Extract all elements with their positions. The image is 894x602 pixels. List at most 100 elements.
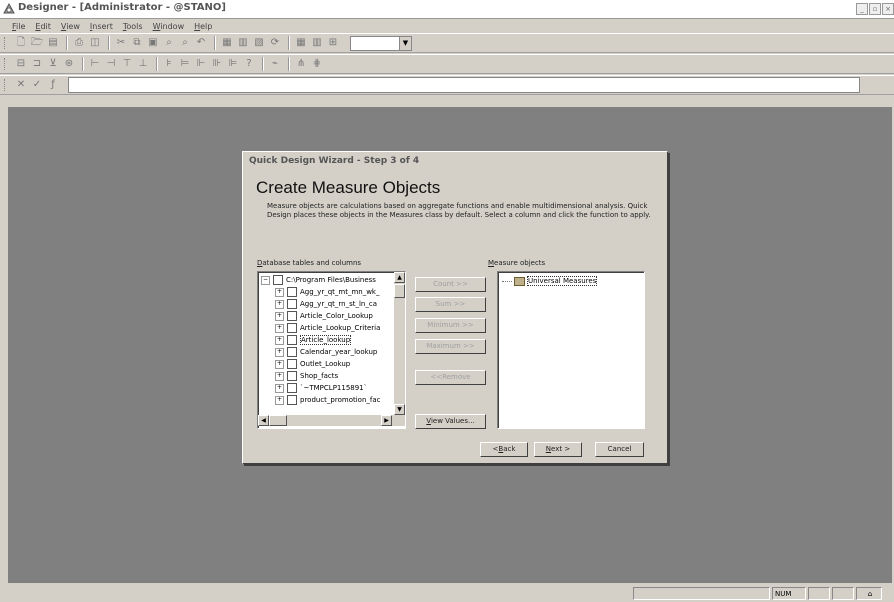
tree-item[interactable]: + `~TMPCLP115891` xyxy=(275,382,367,394)
view-values-button[interactable]: View Values... xyxy=(415,414,486,429)
menu-help[interactable]: Help xyxy=(194,22,212,31)
tree-vertical-scrollbar[interactable]: ▲ ▼ xyxy=(394,272,405,415)
open-icon[interactable]: 🗁 xyxy=(30,36,44,50)
tree-item[interactable]: + Article_Color_Lookup xyxy=(275,310,373,322)
menu-tools[interactable]: Tools xyxy=(123,22,143,31)
properties-icon[interactable]: ▦ xyxy=(220,36,234,50)
close-icon[interactable]: × xyxy=(882,3,894,15)
undo-icon[interactable]: ↶ xyxy=(194,36,208,50)
zoom-icon[interactable]: ⊞ xyxy=(326,36,340,50)
new-icon[interactable]: 🗋 xyxy=(14,36,28,50)
tree-item[interactable]: + Shop_facts xyxy=(275,370,338,382)
collapse-icon[interactable]: − xyxy=(261,275,270,285)
arrange-icon[interactable]: ⊫ xyxy=(226,57,240,71)
restore-icon[interactable]: ▫ xyxy=(869,3,881,15)
sum-button[interactable]: Sum >> xyxy=(415,297,486,312)
scroll-right-icon[interactable]: ▶ xyxy=(381,415,392,426)
tree-item[interactable]: + Outlet_Lookup xyxy=(275,358,350,370)
scroll-up-icon[interactable]: ▲ xyxy=(394,272,405,283)
copy-icon[interactable]: ⧉ xyxy=(130,36,144,50)
columns-icon[interactable]: ▥ xyxy=(310,36,324,50)
scroll-thumb[interactable] xyxy=(269,415,287,426)
menu-view[interactable]: View xyxy=(61,22,80,31)
print-preview-icon[interactable]: ◫ xyxy=(88,36,102,50)
minimize-icon[interactable]: _ xyxy=(856,3,868,15)
tree-item[interactable]: + Agg_yr_qt_mt_mn_wk_ xyxy=(275,286,379,298)
detect-cardinality-icon[interactable]: ⊣ xyxy=(104,57,118,71)
toolbar-grip[interactable] xyxy=(4,79,8,91)
count-button[interactable]: Count >> xyxy=(415,277,486,292)
find-next-icon[interactable]: ⌕ xyxy=(178,36,192,50)
function-icon[interactable]: ƒ xyxy=(46,78,60,92)
scroll-down-icon[interactable]: ▼ xyxy=(394,404,405,415)
expand-icon[interactable]: + xyxy=(275,371,284,381)
expand-icon[interactable]: + xyxy=(275,311,284,321)
zoom-combo[interactable]: ▼ xyxy=(350,35,412,51)
tree-item-label: Article_lookup xyxy=(300,335,352,345)
paste-icon[interactable]: ▣ xyxy=(146,36,160,50)
expand-icon[interactable]: + xyxy=(275,359,284,369)
print-icon[interactable]: ⎙ xyxy=(72,36,86,50)
dialog-description: Measure objects are calculations based o… xyxy=(267,202,651,219)
hierarchy-icon[interactable]: ⋔ xyxy=(294,57,308,71)
measure-objects-list[interactable]: Universal Measures xyxy=(497,271,645,429)
measures-root-label: Universal Measures xyxy=(527,276,598,286)
formula-input[interactable] xyxy=(68,77,860,93)
menu-window[interactable]: Window xyxy=(153,22,185,31)
tree-horizontal-scrollbar[interactable]: ◀ ▶ xyxy=(258,415,405,426)
expand-icon[interactable]: + xyxy=(275,323,284,333)
table-browser-icon[interactable]: ▥ xyxy=(236,36,250,50)
remove-button[interactable]: <<Remove xyxy=(415,370,486,385)
measures-root[interactable]: Universal Measures xyxy=(502,275,598,287)
menu-insert[interactable]: Insert xyxy=(90,22,113,31)
scroll-left-icon[interactable]: ◀ xyxy=(258,415,269,426)
derived-table-icon[interactable]: ⊩ xyxy=(194,57,208,71)
loops-icon[interactable]: ⊤ xyxy=(120,57,134,71)
cancel-formula-icon[interactable]: ✕ xyxy=(14,78,28,92)
filter-icon[interactable]: ⊻ xyxy=(46,57,60,71)
expand-icon[interactable]: + xyxy=(275,299,284,309)
contexts-icon[interactable]: ⊥ xyxy=(136,57,150,71)
tree-item-selected[interactable]: + Article_lookup xyxy=(275,334,352,346)
list-mode-icon[interactable]: ⊪ xyxy=(210,57,224,71)
chevron-down-icon[interactable]: ▼ xyxy=(399,36,411,50)
database-tables-tree[interactable]: − C:\Program Files\Business + Agg_yr_qt_mt… xyxy=(257,271,406,429)
help-icon[interactable]: ? xyxy=(242,57,256,71)
hierarchy-edit-icon[interactable]: ⋕ xyxy=(310,57,324,71)
toolbar-grip[interactable] xyxy=(4,37,8,49)
aliases-icon[interactable]: ⊧ xyxy=(162,57,176,71)
tree-item[interactable]: + product_promotion_fac xyxy=(275,394,381,406)
insert-table-icon[interactable]: ⊟ xyxy=(14,57,28,71)
find-icon[interactable]: ⌕ xyxy=(162,36,176,50)
tree-item[interactable]: + Article_Lookup_Criteria xyxy=(275,322,380,334)
accept-formula-icon[interactable]: ✓ xyxy=(30,78,44,92)
menu-edit[interactable]: Edit xyxy=(35,22,51,31)
cut-icon[interactable]: ✂ xyxy=(114,36,128,50)
save-icon[interactable]: ▤ xyxy=(46,36,60,50)
cancel-button[interactable]: Cancel xyxy=(595,442,644,457)
expand-icon[interactable]: + xyxy=(275,395,284,405)
back-button[interactable]: <Back xyxy=(480,442,528,457)
expand-icon[interactable]: + xyxy=(275,335,284,345)
refresh-icon[interactable]: ⟳ xyxy=(268,36,282,50)
detect-icon[interactable]: ⊛ xyxy=(62,57,76,71)
maximum-button[interactable]: Maximum >> xyxy=(415,339,486,354)
check-integrity-icon[interactable]: ⊨ xyxy=(178,57,192,71)
table-icon xyxy=(287,395,297,405)
expand-icon[interactable]: + xyxy=(275,347,284,357)
grid-icon[interactable]: ▦ xyxy=(294,36,308,50)
arrange-tables-icon[interactable]: ▧ xyxy=(252,36,266,50)
tree-item[interactable]: + Agg_yr_qt_rn_st_ln_ca xyxy=(275,298,377,310)
menu-file[interactable]: File xyxy=(12,22,25,31)
expand-icon[interactable]: + xyxy=(275,383,284,393)
tree-root[interactable]: − C:\Program Files\Business xyxy=(261,274,376,286)
scroll-thumb[interactable] xyxy=(394,284,405,298)
minimum-button[interactable]: Minimum >> xyxy=(415,318,486,333)
insert-join-icon[interactable]: ⊐ xyxy=(30,57,44,71)
toolbar-grip[interactable] xyxy=(4,58,8,70)
expand-icon[interactable]: + xyxy=(275,287,284,297)
tree-item[interactable]: + Calendar_year_lookup xyxy=(275,346,377,358)
path-icon[interactable]: ⌁ xyxy=(268,57,282,71)
cardinality-icon[interactable]: ⊢ xyxy=(88,57,102,71)
next-button[interactable]: Next > xyxy=(534,442,582,457)
